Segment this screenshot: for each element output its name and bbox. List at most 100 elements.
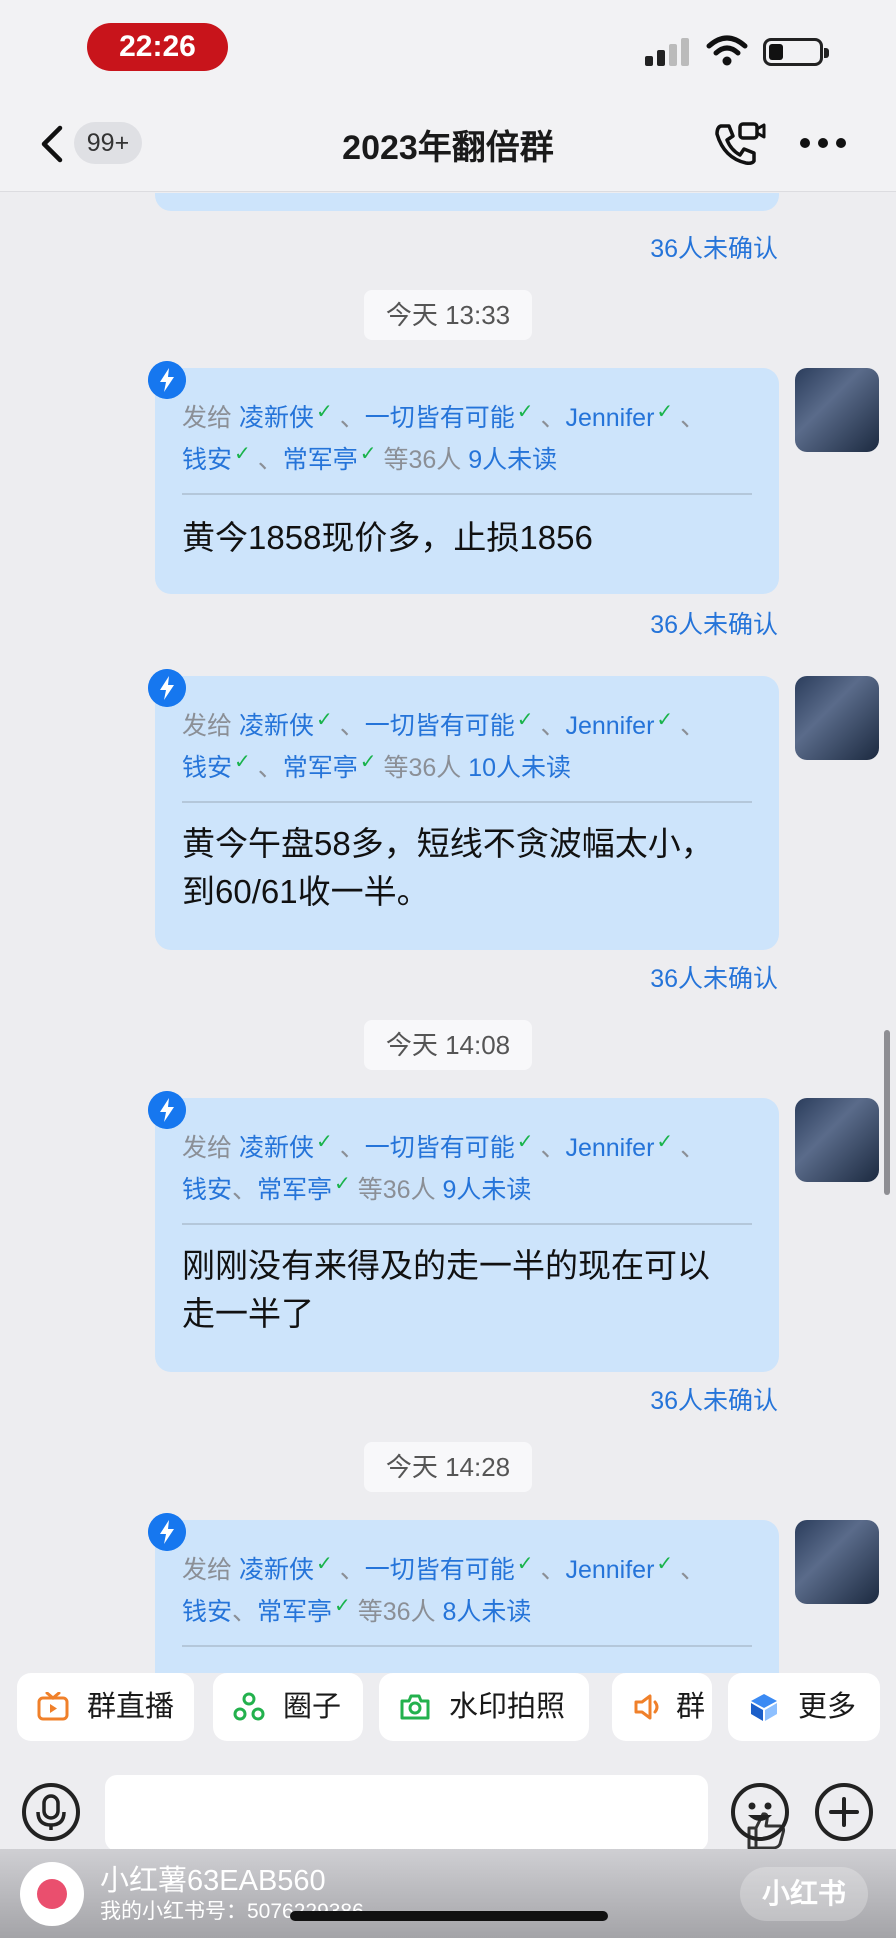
read-check-icon: ✓	[315, 401, 333, 423]
footer-avatar	[20, 1862, 84, 1926]
tv-icon	[37, 1692, 69, 1721]
watermark-footer: 小红薯63EAB560 我的小红书号：5076229386 小红书	[0, 1849, 896, 1938]
recipient-name[interactable]: 钱安	[182, 1176, 232, 1204]
recipient-list: 发给 凌新侠 ✓ 、一切皆有可能 ✓ 、Jennifer ✓ 、 钱安、常军亭 ✓ 等3…	[182, 1553, 706, 1626]
recipient-name[interactable]: 钱安	[182, 446, 232, 474]
cellular-signal-icon	[645, 38, 689, 66]
recipient-total: 等36人	[383, 446, 462, 474]
avatar[interactable]	[795, 676, 879, 760]
send-to-label: 发给	[182, 1556, 233, 1584]
read-check-icon: ✓	[656, 401, 674, 423]
watermark-camera-label: 水印拍照	[449, 1691, 566, 1723]
circle-icon	[233, 1692, 265, 1721]
speaker-icon	[634, 1694, 659, 1720]
recipient-list: 发给 凌新侠 ✓ 、一切皆有可能 ✓ 、Jennifer ✓ 、 钱安、常军亭 ✓ 等3…	[182, 1131, 706, 1204]
recipient-name[interactable]: 常军亭	[283, 446, 358, 474]
confirm-status[interactable]: 36人未确认	[650, 229, 778, 265]
more-button[interactable]: 更多	[728, 1673, 880, 1741]
read-check-icon: ✓	[315, 1553, 333, 1575]
message-input[interactable]	[105, 1775, 786, 1851]
add-button[interactable]	[815, 1783, 873, 1841]
recipient-name[interactable]: 凌新侠	[239, 404, 314, 432]
recipient-name[interactable]: 常军亭	[283, 754, 358, 782]
status-time: 22:26	[87, 23, 228, 71]
confirm-status[interactable]: 36人未确认	[650, 959, 778, 995]
recipient-list: 发给 凌新侠 ✓ 、一切皆有可能 ✓ 、Jennifer ✓ 、 钱安 ✓ 、常军亭 ✓ …	[182, 401, 706, 474]
unread-count[interactable]: 8人未读	[443, 1598, 532, 1626]
recipient-name[interactable]: 常军亭	[257, 1598, 332, 1626]
circle-label: 圈子	[283, 1691, 342, 1723]
recipient-name[interactable]: 钱安	[182, 754, 232, 782]
message-text: 刚刚没有来得及的走一半的现在可以走一半了	[182, 1247, 710, 1332]
confirm-status[interactable]: 36人未确认	[650, 605, 778, 641]
read-check-icon: ✓	[234, 443, 251, 465]
message-bubble[interactable]: 发给 凌新侠 ✓ 、一切皆有可能 ✓ 、Jennifer ✓ 、 钱安 ✓ 、常军亭 ✓ …	[155, 676, 779, 950]
recipient-name[interactable]: 凌新侠	[239, 1134, 314, 1162]
input-bar	[0, 1757, 896, 1851]
avatar[interactable]	[795, 368, 879, 452]
voice-button[interactable]	[22, 1783, 80, 1841]
avatar[interactable]	[795, 1520, 879, 1604]
scrollbar[interactable]	[884, 1030, 890, 1195]
recipient-name[interactable]: Jennifer	[565, 404, 654, 432]
unread-count[interactable]: 9人未读	[443, 1176, 532, 1204]
status-bar: 22:26	[0, 0, 896, 96]
message-bubble[interactable]: 发给 凌新侠 ✓ 、一切皆有可能 ✓ 、Jennifer ✓ 、 钱安、常军亭 ✓ 等3…	[155, 1098, 779, 1372]
lightning-icon	[148, 361, 186, 399]
recipient-name[interactable]: 钱安	[182, 1598, 232, 1626]
recipient-total: 等36人	[357, 1176, 436, 1204]
recipient-name[interactable]: 凌新侠	[239, 1556, 314, 1584]
confirm-status[interactable]: 36人未确认	[650, 1381, 778, 1417]
read-check-icon: ✓	[359, 443, 377, 465]
home-indicator[interactable]	[290, 1911, 608, 1921]
read-check-icon: ✓	[315, 1131, 333, 1153]
recipient-name[interactable]: Jennifer	[565, 1134, 654, 1162]
message-bubble[interactable]: 发给 凌新侠 ✓ 、一切皆有可能 ✓ 、Jennifer ✓ 、 钱安、常军亭 ✓ 等3…	[155, 1520, 779, 1673]
message-bubble[interactable]	[155, 193, 779, 211]
lightning-icon	[148, 1513, 186, 1551]
unread-count[interactable]: 9人未读	[468, 446, 557, 474]
battery-icon	[763, 38, 829, 66]
divider	[182, 801, 752, 803]
message-bubble[interactable]: 发给 凌新侠 ✓ 、一切皆有可能 ✓ 、Jennifer ✓ 、 钱安 ✓ 、常军亭 ✓ …	[155, 368, 779, 594]
read-check-icon: ✓	[516, 1553, 534, 1575]
recipient-name[interactable]: 一切皆有可能	[365, 404, 515, 432]
watermark-camera-button[interactable]: 水印拍照	[379, 1673, 589, 1741]
recipient-list: 发给 凌新侠 ✓ 、一切皆有可能 ✓ 、Jennifer ✓ 、 钱安 ✓ 、常军亭 ✓ …	[182, 709, 706, 782]
recipient-name[interactable]: 一切皆有可能	[365, 712, 515, 740]
divider	[182, 493, 752, 495]
read-check-icon: ✓	[334, 1173, 351, 1195]
read-check-icon: ✓	[359, 751, 377, 773]
recipient-total: 等36人	[383, 754, 462, 782]
recipient-name[interactable]: 一切皆有可能	[365, 1134, 515, 1162]
call-icon[interactable]	[712, 120, 766, 166]
read-check-icon: ✓	[315, 709, 333, 731]
recipient-name[interactable]: Jennifer	[565, 712, 654, 740]
read-check-icon: ✓	[656, 1553, 674, 1575]
cube-icon	[751, 1694, 777, 1721]
more-options-icon[interactable]	[798, 136, 848, 150]
unread-count[interactable]: 10人未读	[468, 754, 571, 782]
read-check-icon: ✓	[656, 709, 674, 731]
time-divider: 今天 14:08	[364, 1020, 532, 1070]
recipient-name[interactable]: 凌新侠	[239, 712, 314, 740]
message-list[interactable]: 36人未确认 今天 13:33 发给 凌新侠 ✓ 、一切皆有可能 ✓ 、Jennif…	[0, 193, 896, 1673]
divider	[182, 1645, 752, 1647]
send-to-label: 发给	[182, 404, 233, 432]
emoji-button[interactable]	[731, 1783, 789, 1841]
read-check-icon: ✓	[516, 709, 534, 731]
wifi-icon	[706, 35, 748, 66]
recipient-name[interactable]: 常军亭	[257, 1176, 332, 1204]
group-notice-button[interactable]: 群	[612, 1673, 712, 1741]
recipient-name[interactable]: 一切皆有可能	[365, 1556, 515, 1584]
smiley-icon	[748, 1802, 772, 1821]
group-live-button[interactable]: 群直播	[17, 1673, 194, 1741]
avatar[interactable]	[795, 1098, 879, 1182]
circle-button[interactable]: 圈子	[213, 1673, 363, 1741]
recipient-total: 等36人	[357, 1598, 436, 1626]
read-check-icon: ✓	[234, 751, 251, 773]
recipient-name[interactable]: Jennifer	[565, 1556, 654, 1584]
group-notice-label: 群	[676, 1691, 706, 1723]
read-check-icon: ✓	[334, 1595, 351, 1617]
message-text: 黄今1858现价多，止损1856	[182, 519, 593, 556]
